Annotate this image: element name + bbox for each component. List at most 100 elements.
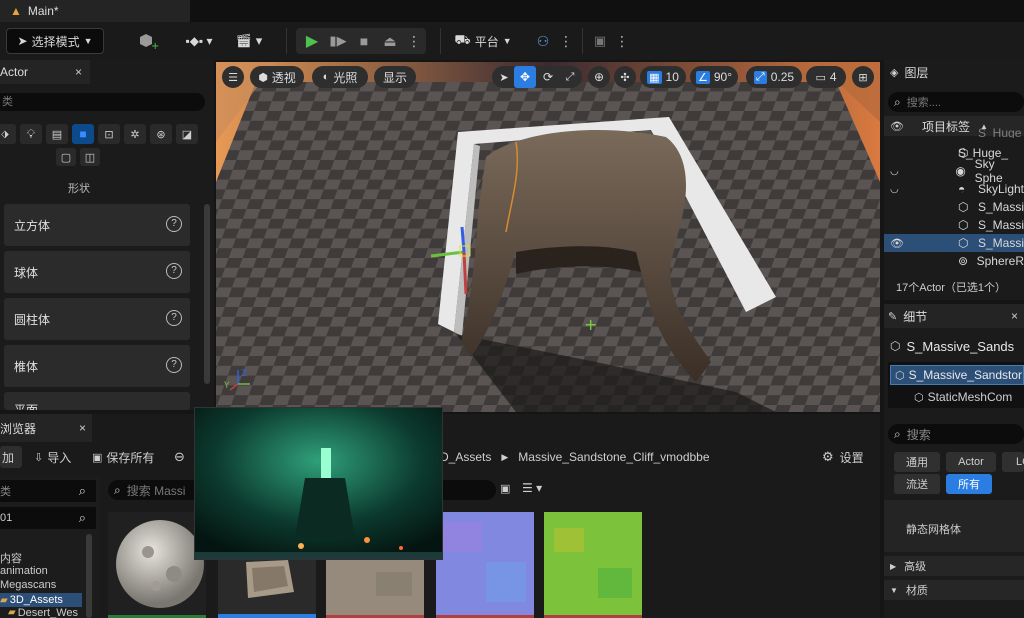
place-item-cylinder[interactable]: 圆柱体 ? [4, 298, 190, 340]
category-misc-icon[interactable]: ◪ [176, 124, 198, 144]
tree-item[interactable]: 内容 [0, 550, 22, 566]
place-actors-tab[interactable]: Actor × [0, 60, 90, 84]
category-visual-icon[interactable]: ⊡ [98, 124, 120, 144]
filter-actor-button[interactable]: Actor [946, 452, 996, 472]
section-material[interactable]: ▼ 材质 [884, 580, 1024, 600]
toolbar-more-button[interactable]: ⋮ [558, 28, 574, 54]
filter-icon[interactable]: ☰ ▾ [522, 481, 542, 495]
play-options-button[interactable]: ⋮ [404, 28, 424, 54]
rotate-snap-button[interactable]: ∠ 90° [690, 66, 738, 88]
category-extra2-icon[interactable]: ◫ [80, 148, 100, 166]
details-tab[interactable]: ✎ 细节 × [884, 304, 1024, 328]
section-advanced[interactable]: ▶ 高级 [884, 556, 1024, 576]
asset-thumbnail[interactable] [436, 512, 534, 618]
camera-speed-button[interactable]: ▭ 4 [806, 66, 846, 88]
settings-user-button[interactable]: ⚇ [530, 28, 556, 54]
details-search-input[interactable]: ⌕ 搜索 [888, 424, 1024, 444]
asset-thumbnail[interactable] [544, 512, 642, 618]
scale-snap-button[interactable]: ⤢ 0.25 [746, 66, 802, 88]
outliner-search-input[interactable]: ⌕ 搜索.... [888, 92, 1024, 112]
place-item-cone[interactable]: 椎体 ? [4, 345, 190, 387]
place-item-cube[interactable]: 立方体 ? [4, 204, 190, 246]
breadcrumb-item[interactable]: D_Assets [440, 450, 491, 464]
level-viewport[interactable]: + Z Y ☰ ⬢ 透视 ◐ 光照 显示 ➤ ✥ ⟳ ⤢ ⊕ ✣ ▦ 10 ∠ … [216, 62, 880, 412]
add-button[interactable]: 加 [0, 446, 22, 468]
help-icon[interactable]: ? [166, 357, 182, 373]
rotate-tool-button[interactable]: ⟳ [538, 66, 558, 88]
asset-thumbnail[interactable] [108, 512, 206, 618]
help-icon[interactable]: ? [166, 263, 182, 279]
level-tab[interactable]: ▲ Main* [0, 0, 190, 22]
platform-button[interactable]: ⛟ 平台 ▼ [450, 28, 516, 54]
place-item-plane[interactable]: 平面 [4, 392, 190, 410]
outliner-row[interactable]: ◡ ◉ Sky Sphe [884, 157, 1024, 185]
scale-tool-button[interactable]: ⤢ [560, 66, 580, 88]
import-button[interactable]: ⇩ 导入 [34, 446, 80, 468]
save-all-button[interactable]: ▣ 保存所有 [92, 446, 164, 468]
viewport-layout-button[interactable]: ⊞ [852, 66, 874, 88]
eye-icon[interactable]: 👁︎ [884, 237, 958, 250]
sources-search-input[interactable]: 01 ⌕ [0, 507, 96, 529]
filter-streaming-button[interactable]: 流送 [894, 474, 940, 494]
settings-button[interactable]: ⚙ 设置 [822, 446, 864, 468]
save-search-icon[interactable]: ▣ [500, 482, 510, 495]
translate-tool-button[interactable]: ✥ [514, 66, 536, 88]
stop-button[interactable]: ■ [352, 28, 376, 54]
select-mode-button[interactable]: ➤ 选择模式 ▼ [6, 28, 104, 54]
back-icon[interactable]: ⊖ [174, 449, 185, 465]
place-actors-scrollbar[interactable] [204, 204, 210, 384]
category-shapes-icon[interactable]: ■ [72, 124, 94, 144]
outliner-row[interactable]: S_Huge_ [884, 128, 1024, 138]
filter-lod-button[interactable]: LC [1002, 452, 1024, 472]
world-local-button[interactable]: ⊕ [588, 66, 610, 88]
place-actors-search-input[interactable]: 类 [0, 93, 205, 111]
grid-snap-button[interactable]: ▦ 10 [640, 66, 686, 88]
breadcrumb-item-current[interactable]: Massive_Sandstone_Cliff_vmodbbe [518, 450, 709, 464]
category-cinematic-icon[interactable]: ▤ [46, 124, 68, 144]
component-row[interactable]: ⬡ StaticMeshCom [914, 388, 1024, 406]
eject-button[interactable]: ⏏ [378, 28, 402, 54]
perspective-button[interactable]: ⬢ 透视 [250, 66, 304, 88]
step-button[interactable]: ▮▶ [326, 28, 350, 54]
tree-item[interactable]: ▰ Desert_Wes [8, 607, 88, 618]
outliner-row[interactable]: ◡ ◓ SkyLight [884, 180, 1024, 198]
surface-snap-button[interactable]: ✣ [614, 66, 636, 88]
place-item-sphere[interactable]: 球体 ? [4, 251, 190, 293]
outliner-row[interactable]: ⬡ S_Massi [884, 198, 1024, 216]
outliner-row-selected[interactable]: 👁︎ ⬡ S_Massi [884, 234, 1024, 252]
outliner-row[interactable]: ⊚ SphereR [884, 252, 1024, 270]
blueprint-button[interactable]: ▪◆▪ ▾ [180, 28, 218, 54]
close-icon[interactable]: × [79, 421, 86, 435]
visibility-icon[interactable]: ◡ [884, 184, 958, 195]
sources-scrollbar[interactable] [86, 534, 92, 618]
sources-filter-input[interactable]: 类 ⌕ [0, 480, 96, 502]
select-tool-button[interactable]: ➤ [494, 66, 514, 88]
category-all-icon[interactable]: ⬗ [0, 124, 16, 144]
toolbar-more-button-2[interactable]: ⋮ [614, 28, 630, 54]
source-control-button[interactable]: ▣ [588, 28, 612, 54]
filter-all-button[interactable]: 所有 [946, 474, 992, 494]
category-light-icon[interactable]: 💡︎ [20, 124, 42, 144]
viewport-menu-button[interactable]: ☰ [222, 66, 244, 88]
outliner-tab[interactable]: ◈ 图层 [884, 60, 1024, 84]
component-row-selected[interactable]: ⬡ S_Massive_Sandstor [890, 365, 1024, 385]
play-button[interactable]: ▶ [300, 28, 324, 54]
help-icon[interactable]: ? [166, 216, 182, 232]
help-icon[interactable]: ? [166, 310, 182, 326]
cinematics-button[interactable]: 🎬︎ ▾ [230, 28, 268, 54]
lighting-button[interactable]: ◐ 光照 [312, 66, 368, 88]
tree-item-selected[interactable]: ▰ 3D_Assets [0, 593, 82, 607]
show-button[interactable]: 显示 [374, 66, 416, 88]
close-icon[interactable]: × [1011, 309, 1018, 323]
close-icon[interactable]: × [75, 65, 82, 79]
filter-general-button[interactable]: 通用 [894, 452, 940, 472]
category-extra-icon[interactable]: ▢ [56, 148, 76, 166]
content-browser-tab[interactable]: 浏览器 × [0, 414, 92, 442]
outliner-row[interactable]: ⬡ S_Massi [884, 216, 1024, 234]
tree-item[interactable]: animation [0, 565, 48, 577]
category-effects-icon[interactable]: ✲ [124, 124, 146, 144]
tree-item[interactable]: Megascans [0, 578, 82, 592]
category-volume-icon[interactable]: ⊛ [150, 124, 172, 144]
add-actor-button[interactable]: + [128, 28, 168, 54]
visibility-icon[interactable]: ◡ [884, 166, 955, 177]
